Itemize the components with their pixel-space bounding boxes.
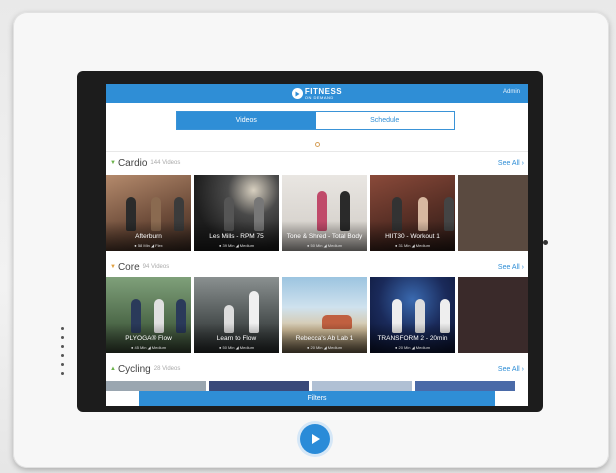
admin-link[interactable]: Admin bbox=[503, 89, 520, 95]
category-arrow-icon: ▲ bbox=[110, 366, 116, 372]
top-bar: FITNESS ON DEMAND Admin bbox=[106, 84, 528, 103]
video-row-cycling bbox=[106, 381, 528, 391]
video-meta: ● 45 Min ◢ Medium bbox=[130, 345, 167, 350]
video-tile-partial[interactable] bbox=[312, 381, 412, 391]
video-row-core: PLYOGA® Flow ● 45 Min ◢ Medium Learn to … bbox=[106, 277, 528, 353]
logo-subtitle: ON DEMAND bbox=[304, 94, 334, 100]
video-tile[interactable]: Tone & Shred - Total Body ● 50 Min ◢ Med… bbox=[282, 175, 367, 251]
scene: FITNESS ON DEMAND Admin Videos Schedule … bbox=[0, 0, 616, 473]
category-header-cycling: ▲ Cycling 28 Videos See All › bbox=[110, 363, 524, 375]
video-title: Afterburn bbox=[135, 233, 162, 240]
tab-bar: Videos Schedule bbox=[176, 111, 455, 130]
video-meta: ● 58 Min ◢ Flex bbox=[134, 243, 163, 248]
category-arrow-icon: ▼ bbox=[110, 264, 116, 270]
video-tile[interactable]: HIIT30 - Workout 1 ● 31 Min ◢ Medium bbox=[370, 175, 455, 251]
video-title: TRANSFORM 2 - 20min bbox=[377, 335, 448, 342]
speaker-grille bbox=[61, 327, 65, 381]
category-name: Cycling bbox=[117, 363, 151, 375]
play-icon bbox=[312, 434, 320, 444]
video-row-cardio: Afterburn ● 58 Min ◢ Flex Les Mills - RP… bbox=[106, 175, 528, 251]
category-header-core: ▼ Core 94 Videos See All › bbox=[110, 261, 524, 273]
see-all-cardio-link[interactable]: See All › bbox=[498, 160, 524, 167]
video-meta: ● 20 Min ◢ Medium bbox=[394, 345, 431, 350]
category-name: Cardio bbox=[117, 157, 148, 169]
category-count: 28 Videos bbox=[153, 366, 181, 372]
video-tile-partial[interactable] bbox=[209, 381, 309, 391]
category-header-cardio: ▼ Cardio 144 Videos See All › bbox=[110, 157, 524, 169]
video-title: Les Mills - RPM 75 bbox=[209, 233, 264, 240]
video-tile-partial[interactable] bbox=[458, 175, 528, 251]
video-meta: ● 20 Min ◢ Medium bbox=[306, 345, 343, 350]
video-meta: ● 31 Min ◢ Medium bbox=[394, 243, 431, 248]
video-tile[interactable]: Afterburn ● 58 Min ◢ Flex bbox=[106, 175, 191, 251]
category-count: 94 Videos bbox=[142, 264, 170, 270]
video-tile-partial[interactable] bbox=[415, 381, 515, 391]
video-tile-partial[interactable] bbox=[458, 277, 528, 353]
see-all-core-link[interactable]: See All › bbox=[498, 264, 524, 271]
app-logo: FITNESS ON DEMAND bbox=[291, 87, 342, 100]
tab-videos[interactable]: Videos bbox=[177, 112, 316, 129]
video-title: PLYOGA® Flow bbox=[125, 335, 172, 342]
video-meta: ● 50 Min ◢ Medium bbox=[306, 243, 343, 248]
video-tile[interactable]: TRANSFORM 2 - 20min ● 20 Min ◢ Medium bbox=[370, 277, 455, 353]
video-tile[interactable]: PLYOGA® Flow ● 45 Min ◢ Medium bbox=[106, 277, 191, 353]
video-title: Rebecca's Ab Lab 1 bbox=[295, 335, 354, 342]
home-button[interactable] bbox=[300, 424, 330, 454]
video-title: HIIT30 - Workout 1 bbox=[385, 233, 440, 240]
search-bar[interactable] bbox=[106, 138, 528, 152]
video-tile[interactable]: Learn to Flow ● 50 Min ◢ Medium bbox=[194, 277, 279, 353]
category-arrow-icon: ▼ bbox=[110, 160, 116, 166]
app-screen: FITNESS ON DEMAND Admin Videos Schedule … bbox=[106, 84, 528, 406]
camera-dot bbox=[543, 240, 548, 245]
video-meta: ● 39 Min ◢ Medium bbox=[218, 243, 255, 248]
see-all-cycling-link[interactable]: See All › bbox=[498, 366, 524, 373]
filters-button[interactable]: Filters bbox=[139, 391, 495, 406]
play-logo-icon bbox=[291, 88, 303, 99]
video-title: Learn to Flow bbox=[216, 335, 257, 342]
video-title: Tone & Shred - Total Body bbox=[286, 233, 363, 240]
search-icon[interactable] bbox=[314, 142, 320, 147]
video-tile[interactable]: Les Mills - RPM 75 ● 39 Min ◢ Medium bbox=[194, 175, 279, 251]
video-tile[interactable]: Rebecca's Ab Lab 1 ● 20 Min ◢ Medium bbox=[282, 277, 367, 353]
tab-schedule[interactable]: Schedule bbox=[315, 112, 454, 129]
category-name: Core bbox=[117, 261, 140, 273]
video-meta: ● 50 Min ◢ Medium bbox=[218, 345, 255, 350]
category-count: 144 Videos bbox=[150, 160, 181, 166]
video-tile-partial[interactable] bbox=[106, 381, 206, 391]
